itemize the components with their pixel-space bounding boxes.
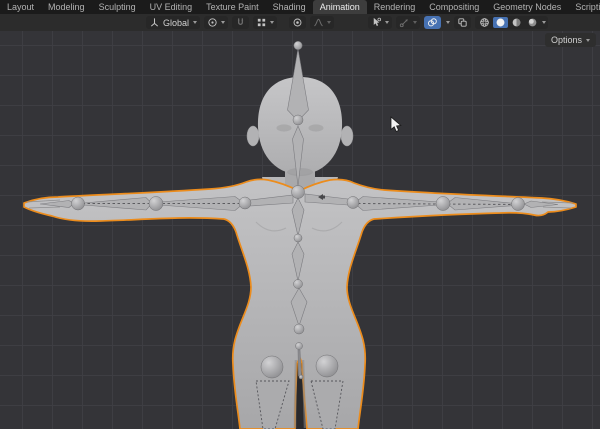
- shading-solid-button[interactable]: [493, 17, 508, 28]
- xray-icon: [457, 17, 468, 28]
- tab-texture-paint[interactable]: Texture Paint: [199, 0, 266, 14]
- display-tools-cluster: [368, 16, 548, 29]
- tab-sculpting[interactable]: Sculpting: [92, 0, 143, 14]
- gizmo-icon: [399, 17, 410, 28]
- overlays-icon: [427, 17, 438, 28]
- viewport-shading-group: [475, 16, 548, 29]
- tab-uv-editing[interactable]: UV Editing: [143, 0, 200, 14]
- orientation-label: Global: [162, 18, 190, 28]
- tab-animation[interactable]: Animation: [313, 0, 367, 14]
- chevron-down-icon: [193, 21, 197, 24]
- shading-material-button[interactable]: [509, 17, 524, 28]
- xray-toggle[interactable]: [454, 16, 471, 29]
- falloff-curve-icon: [313, 17, 324, 28]
- snap-target-dropdown[interactable]: [253, 16, 277, 29]
- magnet-icon: [235, 17, 246, 28]
- chevron-down-icon: [270, 21, 274, 24]
- tab-shading[interactable]: Shading: [266, 0, 313, 14]
- workspace-tabbar: Layout Modeling Sculpting UV Editing Tex…: [0, 0, 600, 14]
- options-dropdown[interactable]: Options: [545, 33, 596, 47]
- snap-increment-icon: [256, 17, 267, 28]
- tab-geometry-nodes[interactable]: Geometry Nodes: [486, 0, 568, 14]
- falloff-dropdown[interactable]: [310, 16, 334, 29]
- visibility-filter-icon: [371, 17, 382, 28]
- solid-sphere-icon: [495, 17, 506, 28]
- scene-render: [0, 31, 600, 429]
- orientation-icon: [149, 17, 160, 28]
- transform-orientation-dropdown[interactable]: Global: [146, 16, 200, 29]
- proportional-editing-icon: [292, 17, 303, 28]
- gizmos-dropdown[interactable]: [396, 16, 420, 29]
- 3d-viewport[interactable]: Options: [0, 31, 600, 429]
- tab-rendering[interactable]: Rendering: [367, 0, 423, 14]
- material-sphere-icon: [511, 17, 522, 28]
- options-label: Options: [551, 35, 582, 45]
- pivot-point-icon: [207, 17, 218, 28]
- chevron-down-icon: [385, 21, 389, 24]
- shading-rendered-button[interactable]: [525, 17, 540, 28]
- tab-modeling[interactable]: Modeling: [41, 0, 92, 14]
- object-type-visibility-dropdown[interactable]: [368, 16, 392, 29]
- chevron-down-icon: [586, 39, 590, 42]
- transform-tools-cluster: Global: [146, 16, 334, 29]
- overlays-toggle[interactable]: [424, 16, 441, 29]
- snap-toggle-button[interactable]: [232, 16, 249, 29]
- tab-scripting[interactable]: Scripting: [568, 0, 600, 14]
- rendered-sphere-icon: [527, 17, 538, 28]
- pivot-point-dropdown[interactable]: [204, 16, 228, 29]
- proportional-editing-toggle[interactable]: [289, 16, 306, 29]
- shading-options-chevron-icon[interactable]: [542, 21, 546, 24]
- chevron-down-icon: [327, 21, 331, 24]
- chevron-down-icon: [221, 21, 225, 24]
- tab-compositing[interactable]: Compositing: [422, 0, 486, 14]
- viewport-header: Global: [0, 14, 600, 31]
- overlays-chevron-icon[interactable]: [446, 21, 450, 24]
- shading-wireframe-button[interactable]: [477, 17, 492, 28]
- chevron-down-icon: [413, 21, 417, 24]
- blender-window: Layout Modeling Sculpting UV Editing Tex…: [0, 0, 600, 429]
- tab-layout[interactable]: Layout: [0, 0, 41, 14]
- wireframe-sphere-icon: [479, 17, 490, 28]
